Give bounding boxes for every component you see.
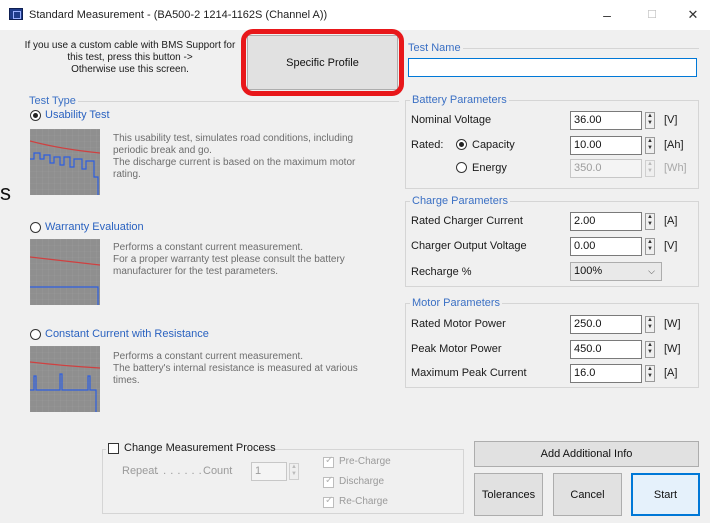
repeat-label: Repeat xyxy=(122,465,158,477)
maximize-button[interactable]: ☐ xyxy=(637,4,667,26)
maximum-peak-current-spinner[interactable]: ▲ ▼ xyxy=(645,365,655,382)
change-process-label[interactable]: Change Measurement Process xyxy=(124,442,276,454)
ampere-unit: [A] xyxy=(664,215,678,227)
battery-parameters-legend: Battery Parameters xyxy=(410,94,509,106)
charger-output-voltage-label: Charger Output Voltage xyxy=(411,240,527,252)
recharge-value: 100% xyxy=(574,265,603,277)
description-line: Performs a constant current measurement. xyxy=(113,242,304,253)
charger-output-voltage-input[interactable]: 0.00 xyxy=(570,237,642,256)
tolerances-button[interactable]: Tolerances xyxy=(474,473,543,516)
info-line: Otherwise use this screen. xyxy=(71,64,189,75)
minimize-button[interactable]: – xyxy=(592,4,622,26)
energy-input[interactable]: 350.0 xyxy=(570,159,642,178)
usability-label[interactable]: Usability Test xyxy=(45,109,110,121)
description-line: This usability test, simulates road cond… xyxy=(113,133,354,144)
description-line: times. xyxy=(113,375,140,386)
rated-motor-power-spinner[interactable]: ▲ ▼ xyxy=(645,316,655,333)
cancel-button[interactable]: Cancel xyxy=(553,473,622,516)
energy-unit: [Wh] xyxy=(664,162,687,174)
test-name-group: Test Name xyxy=(406,42,699,54)
discharge-checkbox[interactable] xyxy=(323,475,334,488)
charger-output-voltage-spinner[interactable]: ▲ ▼ xyxy=(645,238,655,255)
maximum-peak-current-label: Maximum Peak Current xyxy=(411,367,527,379)
discharge-label[interactable]: Discharge xyxy=(339,476,384,487)
rated-motor-power-label: Rated Motor Power xyxy=(411,318,506,330)
capacity-input[interactable]: 10.00 xyxy=(570,136,642,155)
capacity-radio[interactable] xyxy=(456,139,467,150)
dots-separator: . . . . . . . xyxy=(156,465,203,477)
nominal-voltage-input[interactable]: 36.00 xyxy=(570,111,642,130)
maximum-peak-current-input[interactable]: 16.0 xyxy=(570,364,642,383)
constant-current-radio[interactable] xyxy=(30,329,41,340)
warranty-graph-thumbnail xyxy=(30,239,100,305)
rated-charger-current-input[interactable]: 2.00 xyxy=(570,212,642,231)
usability-graph-thumbnail xyxy=(30,129,100,195)
repeat-count-input[interactable]: 1 xyxy=(251,462,287,481)
precharge-label[interactable]: Pre-Charge xyxy=(339,456,391,467)
watt-unit: [W] xyxy=(664,318,681,330)
capacity-label[interactable]: Capacity xyxy=(472,139,515,151)
rated-charger-current-spinner[interactable]: ▲ ▼ xyxy=(645,213,655,230)
description-line: Performs a constant current measurement. xyxy=(113,351,304,362)
highlight-annotation xyxy=(241,29,404,96)
peak-motor-power-spinner[interactable]: ▲ ▼ xyxy=(645,341,655,358)
warranty-label[interactable]: Warranty Evaluation xyxy=(45,221,144,233)
custom-cable-info: If you use a custom cable with BMS Suppo… xyxy=(18,40,242,76)
test-name-input[interactable] xyxy=(408,58,697,77)
peak-motor-power-label: Peak Motor Power xyxy=(411,343,502,355)
description-line: The battery's internal resistance is mea… xyxy=(113,363,358,374)
test-type-legend: Test Type xyxy=(27,95,78,107)
measurement-window: Standard Measurement - (BA500-2 1214-116… xyxy=(0,0,710,523)
description-line: periodic break and go. xyxy=(113,145,212,156)
energy-spinner[interactable]: ▲ ▼ xyxy=(645,160,655,177)
start-button[interactable]: Start xyxy=(631,473,700,516)
constant-current-graph-thumbnail xyxy=(30,346,100,412)
info-line: this test, press this button -> xyxy=(67,52,193,63)
warranty-description: Performs a constant current measurement.… xyxy=(113,242,373,278)
constant-current-label[interactable]: Constant Current with Resistance xyxy=(45,328,209,340)
constant-current-description: Performs a constant current measurement.… xyxy=(113,351,378,387)
energy-radio[interactable] xyxy=(456,162,467,173)
close-button[interactable]: ✕ xyxy=(678,4,708,26)
app-icon xyxy=(9,8,23,20)
recharge-select[interactable]: 100% ⌵ xyxy=(570,262,662,281)
add-additional-info-button[interactable]: Add Additional Info xyxy=(474,441,699,467)
recharge-percent-label: Recharge % xyxy=(411,266,472,278)
watt-unit: [W] xyxy=(664,343,681,355)
description-line: manufacturer for the test parameters. xyxy=(113,266,279,277)
nominal-voltage-label: Nominal Voltage xyxy=(411,114,492,126)
ampere-unit: [A] xyxy=(664,367,678,379)
count-label: Count xyxy=(203,465,233,477)
rated-motor-power-input[interactable]: 250.0 xyxy=(570,315,642,334)
energy-label[interactable]: Energy xyxy=(472,162,507,174)
test-name-legend: Test Name xyxy=(406,42,463,54)
motor-parameters-legend: Motor Parameters xyxy=(410,297,503,309)
precharge-checkbox[interactable] xyxy=(323,455,334,468)
repeat-count-spinner[interactable]: ▲ ▼ xyxy=(289,463,299,480)
warranty-radio[interactable] xyxy=(30,222,41,233)
rated-label: Rated: xyxy=(411,139,444,151)
rated-charger-current-label: Rated Charger Current xyxy=(411,215,523,227)
capacity-spinner[interactable]: ▲ ▼ xyxy=(645,137,655,154)
capacity-unit: [Ah] xyxy=(664,139,684,151)
recharge-process-label[interactable]: Re-Charge xyxy=(339,496,388,507)
cropped-text-fragment: s xyxy=(0,180,11,205)
description-line: The discharge current is based on the ma… xyxy=(113,157,356,168)
nominal-voltage-spinner[interactable]: ▲ ▼ xyxy=(645,112,655,129)
change-process-checkbox[interactable] xyxy=(108,443,119,454)
charge-parameters-legend: Charge Parameters xyxy=(410,195,510,207)
usability-radio[interactable] xyxy=(30,110,41,121)
title-bar: Standard Measurement - (BA500-2 1214-116… xyxy=(0,0,710,30)
measurement-process-group xyxy=(102,449,464,514)
chevron-down-icon: ⌵ xyxy=(648,266,655,276)
description-line: rating. xyxy=(113,169,141,180)
volt-unit: [V] xyxy=(664,240,678,252)
peak-motor-power-input[interactable]: 450.0 xyxy=(570,340,642,359)
info-line: If you use a custom cable with BMS Suppo… xyxy=(24,40,236,51)
description-line: For a proper warranty test please consul… xyxy=(113,254,345,265)
window-title: Standard Measurement - (BA500-2 1214-116… xyxy=(29,9,328,21)
usability-description: This usability test, simulates road cond… xyxy=(113,133,373,181)
volt-unit: [V] xyxy=(664,114,678,126)
recharge-checkbox[interactable] xyxy=(323,495,334,508)
